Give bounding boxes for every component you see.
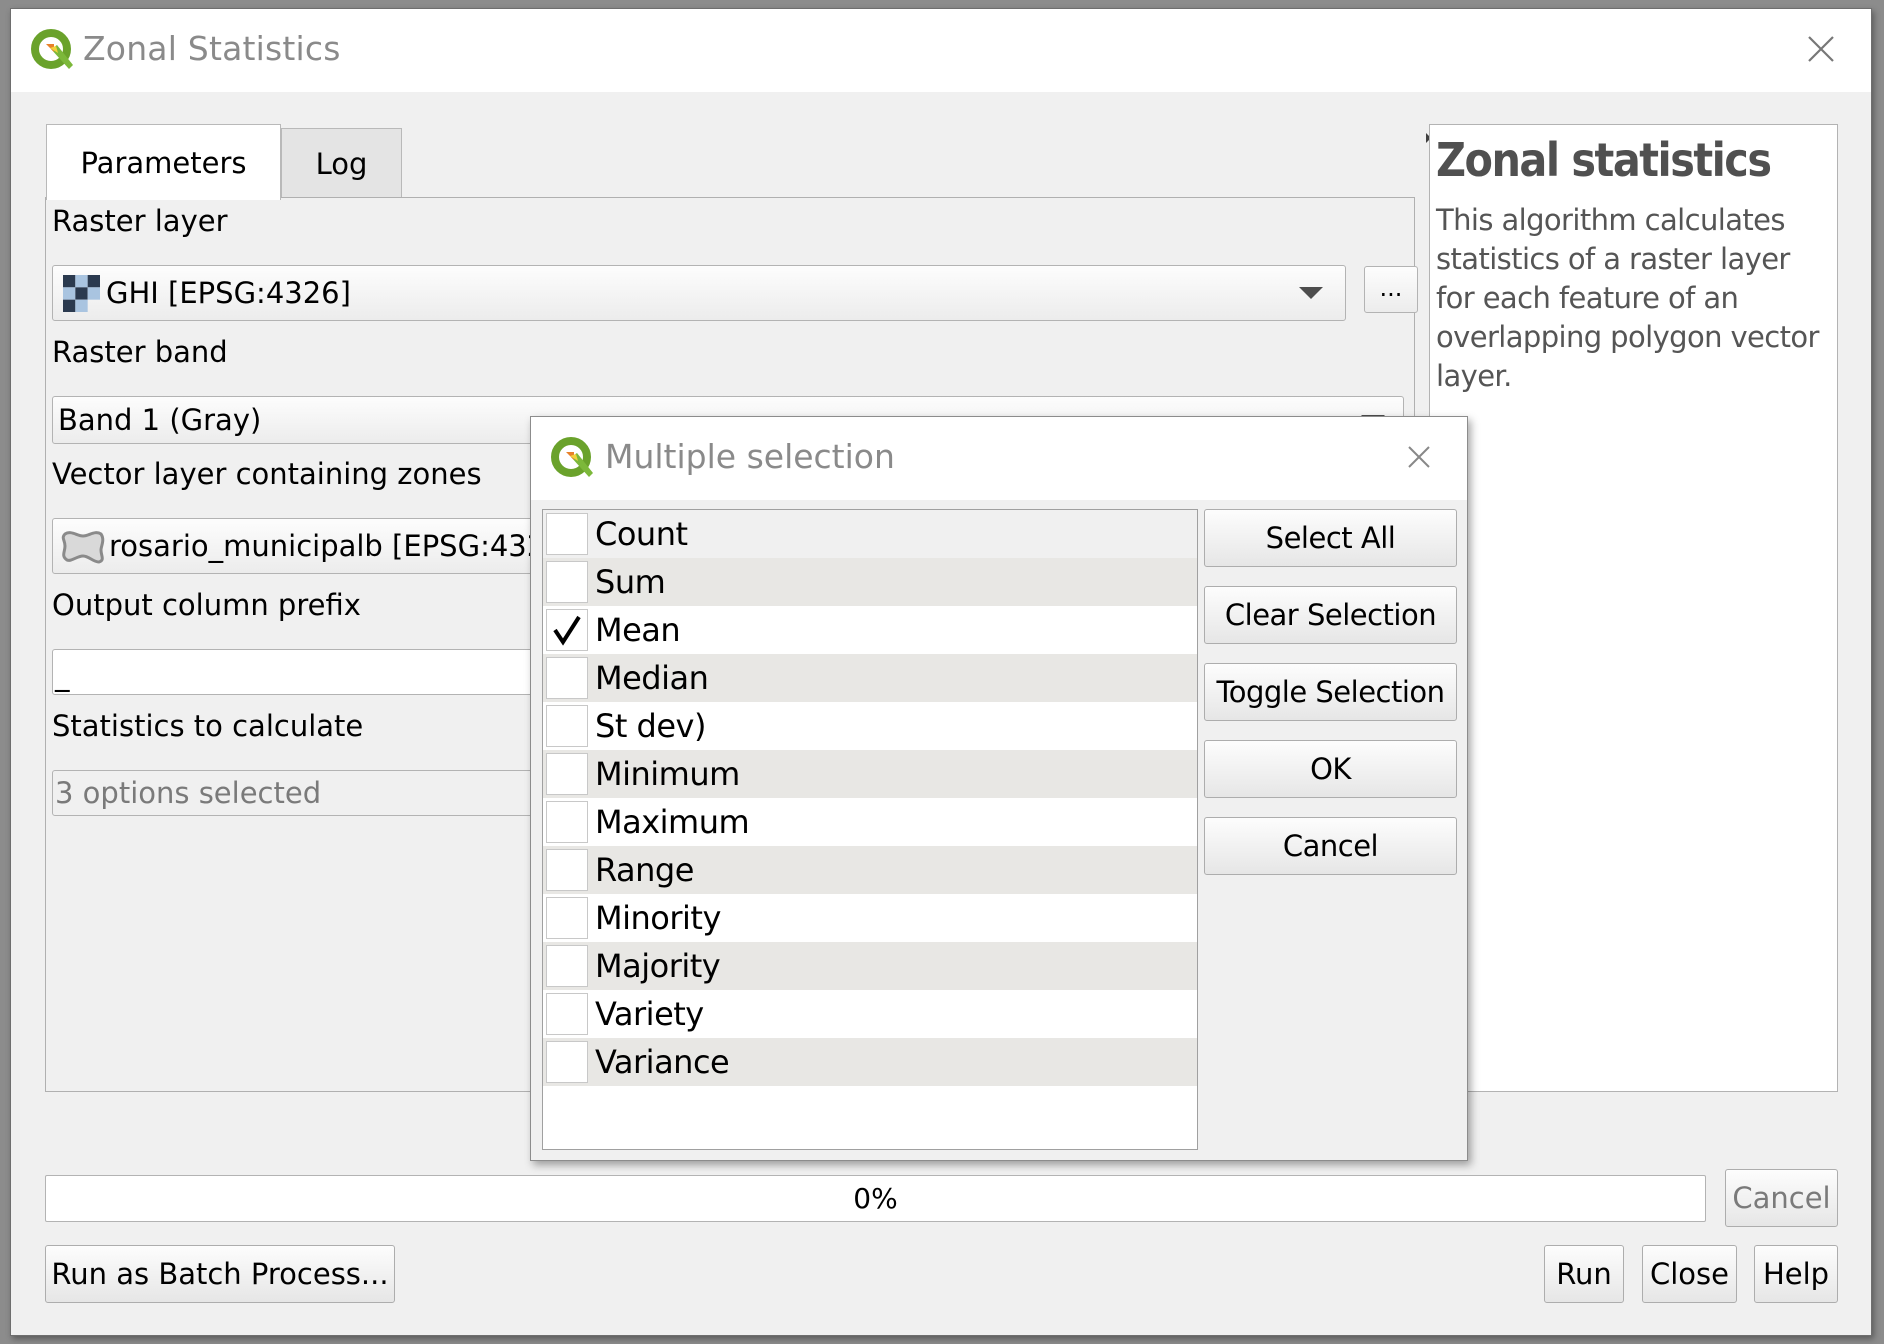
vector-layer-value: rosario_municipalb [EPSG:4326]: [109, 529, 575, 563]
ok-button[interactable]: OK: [1204, 740, 1457, 798]
checkbox[interactable]: [546, 753, 588, 795]
list-item-label: Mean: [595, 611, 681, 649]
popup-title: Multiple selection: [605, 437, 895, 476]
run-as-batch-button[interactable]: Run as Batch Process...: [45, 1245, 395, 1303]
checkbox[interactable]: [546, 513, 588, 555]
run-button[interactable]: Run: [1544, 1245, 1624, 1303]
list-item[interactable]: Median: [543, 654, 1197, 702]
tab-log[interactable]: Log: [281, 128, 402, 199]
checkbox[interactable]: [546, 993, 588, 1035]
list-item[interactable]: St dev): [543, 702, 1197, 750]
list-item[interactable]: Majority: [543, 942, 1197, 990]
browse-raster-button[interactable]: ...: [1364, 266, 1418, 313]
list-item-label: St dev): [595, 707, 706, 745]
list-item-label: Majority: [595, 947, 721, 985]
list-item[interactable]: Maximum: [543, 798, 1197, 846]
raster-layer-combobox[interactable]: GHI [EPSG:4326]: [52, 265, 1346, 321]
help-panel: Zonal statistics This algorithm calculat…: [1429, 124, 1838, 1092]
list-item[interactable]: Mean: [543, 606, 1197, 654]
multiple-selection-dialog: Multiple selection Count Sum Mean Median St …: [530, 416, 1468, 1161]
checkbox[interactable]: [546, 801, 588, 843]
list-item-label: Range: [595, 851, 694, 889]
list-item[interactable]: Range: [543, 846, 1197, 894]
checkbox[interactable]: [546, 609, 588, 651]
statistics-value: 3 options selected: [55, 776, 322, 810]
tab-parameters[interactable]: Parameters: [46, 124, 281, 200]
help-button[interactable]: Help: [1754, 1245, 1838, 1303]
popup-title-bar: Multiple selection: [531, 417, 1467, 500]
vector-layer-label: Vector layer containing zones: [52, 457, 482, 491]
title-bar: Zonal Statistics: [11, 9, 1871, 92]
checkbox[interactable]: [546, 945, 588, 987]
select-all-button[interactable]: Select All: [1204, 509, 1457, 567]
list-item[interactable]: Count: [543, 510, 1197, 558]
list-item[interactable]: Minimum: [543, 750, 1197, 798]
list-item[interactable]: Variance: [543, 1038, 1197, 1086]
close-icon[interactable]: [1801, 29, 1841, 69]
list-item-label: Sum: [595, 563, 666, 601]
raster-band-value: Band 1 (Gray): [58, 403, 262, 437]
progress-bar: 0%: [45, 1175, 1706, 1222]
list-item-label: Minority: [595, 899, 721, 937]
polygon-layer-icon: [61, 531, 105, 564]
checkbox[interactable]: [546, 897, 588, 939]
help-text: This algorithm calculates statistics of …: [1436, 203, 1819, 393]
progress-text: 0%: [853, 1182, 898, 1215]
raster-band-label: Raster band: [52, 335, 228, 369]
help-title: Zonal statistics: [1436, 133, 1772, 187]
raster-layer-label: Raster layer: [52, 204, 228, 238]
raster-layer-value: GHI [EPSG:4326]: [106, 276, 351, 310]
list-item-label: Count: [595, 515, 688, 553]
list-item-label: Minimum: [595, 755, 740, 793]
clear-selection-button[interactable]: Clear Selection: [1204, 586, 1457, 644]
window-title: Zonal Statistics: [83, 29, 341, 68]
qgis-logo-icon: [31, 29, 73, 69]
checkbox[interactable]: [546, 849, 588, 891]
toggle-selection-button[interactable]: Toggle Selection: [1204, 663, 1457, 721]
close-icon[interactable]: [1401, 439, 1437, 475]
list-item-label: Maximum: [595, 803, 750, 841]
list-item-label: Variety: [595, 995, 704, 1033]
qgis-logo-icon: [551, 437, 593, 477]
prefix-value: _: [55, 658, 70, 692]
checkbox[interactable]: [546, 1041, 588, 1083]
prefix-label: Output column prefix: [52, 588, 361, 622]
close-button[interactable]: Close: [1642, 1245, 1737, 1303]
raster-layer-icon: [63, 274, 100, 312]
statistics-label: Statistics to calculate: [52, 709, 364, 743]
popup-cancel-button[interactable]: Cancel: [1204, 817, 1457, 875]
list-item[interactable]: Sum: [543, 558, 1197, 606]
cancel-button[interactable]: Cancel: [1725, 1169, 1838, 1227]
list-item-label: Median: [595, 659, 709, 697]
statistics-list: Count Sum Mean Median St dev) Minimum Maximum R…: [542, 509, 1198, 1150]
checkbox[interactable]: [546, 561, 588, 603]
checkbox[interactable]: [546, 705, 588, 747]
list-item-label: Variance: [595, 1043, 730, 1081]
chevron-down-icon: [1299, 287, 1323, 299]
checkbox[interactable]: [546, 657, 588, 699]
checkmark-icon: [553, 615, 581, 646]
list-item[interactable]: Variety: [543, 990, 1197, 1038]
list-item[interactable]: Minority: [543, 894, 1197, 942]
